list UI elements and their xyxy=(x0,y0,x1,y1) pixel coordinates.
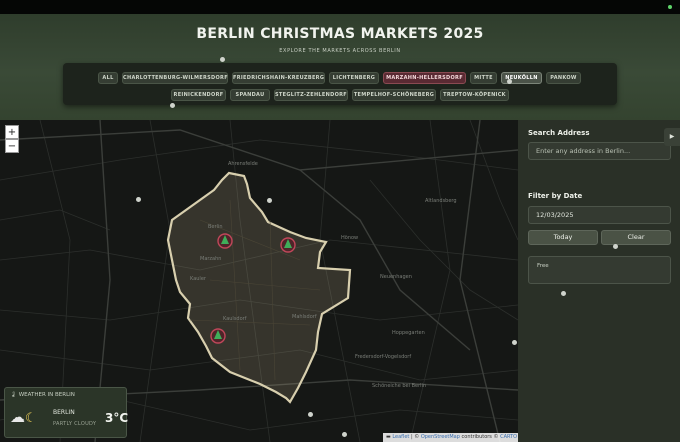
district-filter-chip[interactable]: SPANDAU xyxy=(230,89,270,101)
osm-link[interactable]: OpenStreetMap xyxy=(421,434,460,440)
top-bar xyxy=(0,0,680,14)
weather-temperature: 3°C xyxy=(105,411,129,425)
zoom-out-button[interactable]: − xyxy=(5,139,19,153)
carto-link[interactable]: CARTO xyxy=(500,434,517,440)
place-label-kaulsdorf: Kaulsdorf xyxy=(223,316,247,322)
place-label-kauler: Kauler xyxy=(190,276,207,282)
snow-dot xyxy=(512,340,517,345)
snow-dot xyxy=(136,197,141,202)
place-label-fredersdorf: Fredersdorf-Vogelsdorf xyxy=(355,354,411,360)
weather-city: BERLIN xyxy=(53,409,75,416)
place-label-berlin: Berlin xyxy=(208,224,223,230)
place-label-hoppegarten: Hoppegarten xyxy=(392,330,425,336)
today-button[interactable]: Today xyxy=(528,230,598,245)
page-title: BERLIN CHRISTMAS MARKETS 2025 xyxy=(196,26,484,42)
result-card[interactable]: Free xyxy=(528,256,671,284)
district-filter-chip[interactable]: LICHTENBERG xyxy=(329,72,379,84)
snow-dot xyxy=(220,57,225,62)
market-marker[interactable] xyxy=(280,237,296,253)
district-filter-chip[interactable]: REINICKENDORF xyxy=(171,89,226,101)
snow-dot xyxy=(170,103,175,108)
weather-description: PARTLY CLOUDY xyxy=(53,421,97,427)
play-icon[interactable]: ▶ xyxy=(664,128,680,146)
district-filter-chip[interactable]: TEMPELHOF-SCHÖNEBERG xyxy=(352,89,436,101)
snow-dot xyxy=(613,244,618,249)
market-marker[interactable] xyxy=(217,233,233,249)
snow-dot xyxy=(507,79,512,84)
weather-widget: 🌡 WEATHER IN BERLIN ☁☾ BERLIN PARTLY CLO… xyxy=(4,387,129,438)
search-address-label: Search Address xyxy=(528,129,590,137)
weather-heading: WEATHER IN BERLIN xyxy=(18,392,75,398)
page-subtitle: EXPLORE THE MARKETS ACROSS BERLIN xyxy=(279,48,401,54)
place-label-neuenhagen: Neuenhagen xyxy=(380,274,412,280)
place-label-hoenow: Hönow xyxy=(341,235,358,241)
search-address-input[interactable]: Enter any address in Berlin... xyxy=(528,142,671,160)
place-label-ahrensfelde: Ahrensfelde xyxy=(228,161,258,167)
district-filter-chip[interactable]: ALL xyxy=(98,72,118,84)
district-filter-chip[interactable]: PANKOW xyxy=(546,72,581,84)
place-label-altlandsberg: Altlandsberg xyxy=(425,198,457,204)
place-label-schoeneiche: Schöneiche bei Berlin xyxy=(372,383,426,389)
leaflet-link[interactable]: Leaflet xyxy=(392,434,409,440)
snow-dot xyxy=(342,432,347,437)
snow-dot xyxy=(267,198,272,203)
district-filter-chip[interactable]: MARZAHN-HELLERSDORF xyxy=(383,72,466,84)
district-filter-chip[interactable]: TREPTOW-KÖPENICK xyxy=(440,89,509,101)
district-filter-panel: ALL CHARLOTTENBURG-WILMERSDORF FRIEDRICHSH… xyxy=(63,63,617,105)
attribution-separator: contributors © xyxy=(459,434,501,440)
place-label-mahlsdorf: Mahlsdorf xyxy=(292,314,317,320)
attribution-separator: | © xyxy=(409,434,421,440)
place-label-marzahn: Marzahn xyxy=(200,256,221,262)
map-attribution: ▬ Leaflet | © OpenStreetMap contributors… xyxy=(383,433,518,442)
market-marker[interactable] xyxy=(210,328,226,344)
filter-date-label: Filter by Date xyxy=(528,192,583,200)
partly-cloudy-night-icon: ☁☾ xyxy=(10,408,37,426)
zoom-in-button[interactable]: + xyxy=(5,125,19,139)
snow-dot xyxy=(561,291,566,296)
date-input[interactable]: 12/03/2025 xyxy=(528,206,671,224)
district-filter-chip[interactable]: CHARLOTTENBURG-WILMERSDORF xyxy=(122,72,228,84)
district-filter-chip[interactable]: FRIEDRICHSHAIN-KREUZBERG xyxy=(232,72,325,84)
page-header: BERLIN CHRISTMAS MARKETS 2025 EXPLORE TH… xyxy=(0,14,680,120)
snow-dot xyxy=(308,412,313,417)
district-filter-chip[interactable]: MITTE xyxy=(470,72,497,84)
status-dot xyxy=(668,5,672,9)
sidebar-panel: Search Address Enter any address in Berl… xyxy=(518,120,680,442)
district-filter-chip[interactable]: STEGLITZ-ZEHLENDORF xyxy=(274,89,348,101)
clear-button[interactable]: Clear xyxy=(601,230,671,245)
thermometer-icon: 🌡 xyxy=(10,392,17,398)
